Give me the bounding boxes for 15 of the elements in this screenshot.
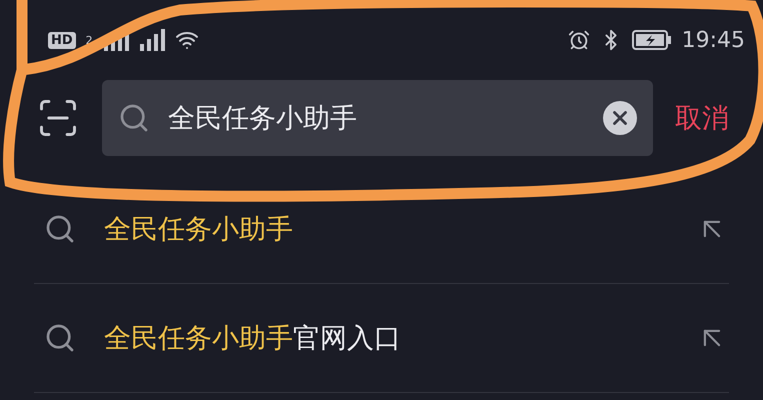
suggestion-text: 全民任务小助手官网入口 — [104, 322, 402, 356]
battery-icon — [632, 29, 672, 51]
search-field[interactable]: 全民任务小助手 — [102, 80, 653, 156]
search-icon — [44, 213, 76, 245]
suggestion-item[interactable]: 全民任务小助手官网入口 — [34, 284, 729, 393]
suggestion-text: 全民任务小助手 — [104, 213, 294, 247]
search-icon — [44, 322, 76, 354]
clock-time: 19:45 — [682, 28, 745, 52]
hd-badge: HD — [48, 32, 76, 48]
alarm-icon — [568, 29, 590, 51]
search-icon — [118, 102, 150, 134]
cancel-button[interactable]: 取消 — [675, 100, 729, 136]
clear-button[interactable] — [603, 101, 637, 135]
suggestion-item[interactable]: 全民任务小助手 — [34, 175, 729, 284]
signal-icon — [138, 29, 165, 51]
